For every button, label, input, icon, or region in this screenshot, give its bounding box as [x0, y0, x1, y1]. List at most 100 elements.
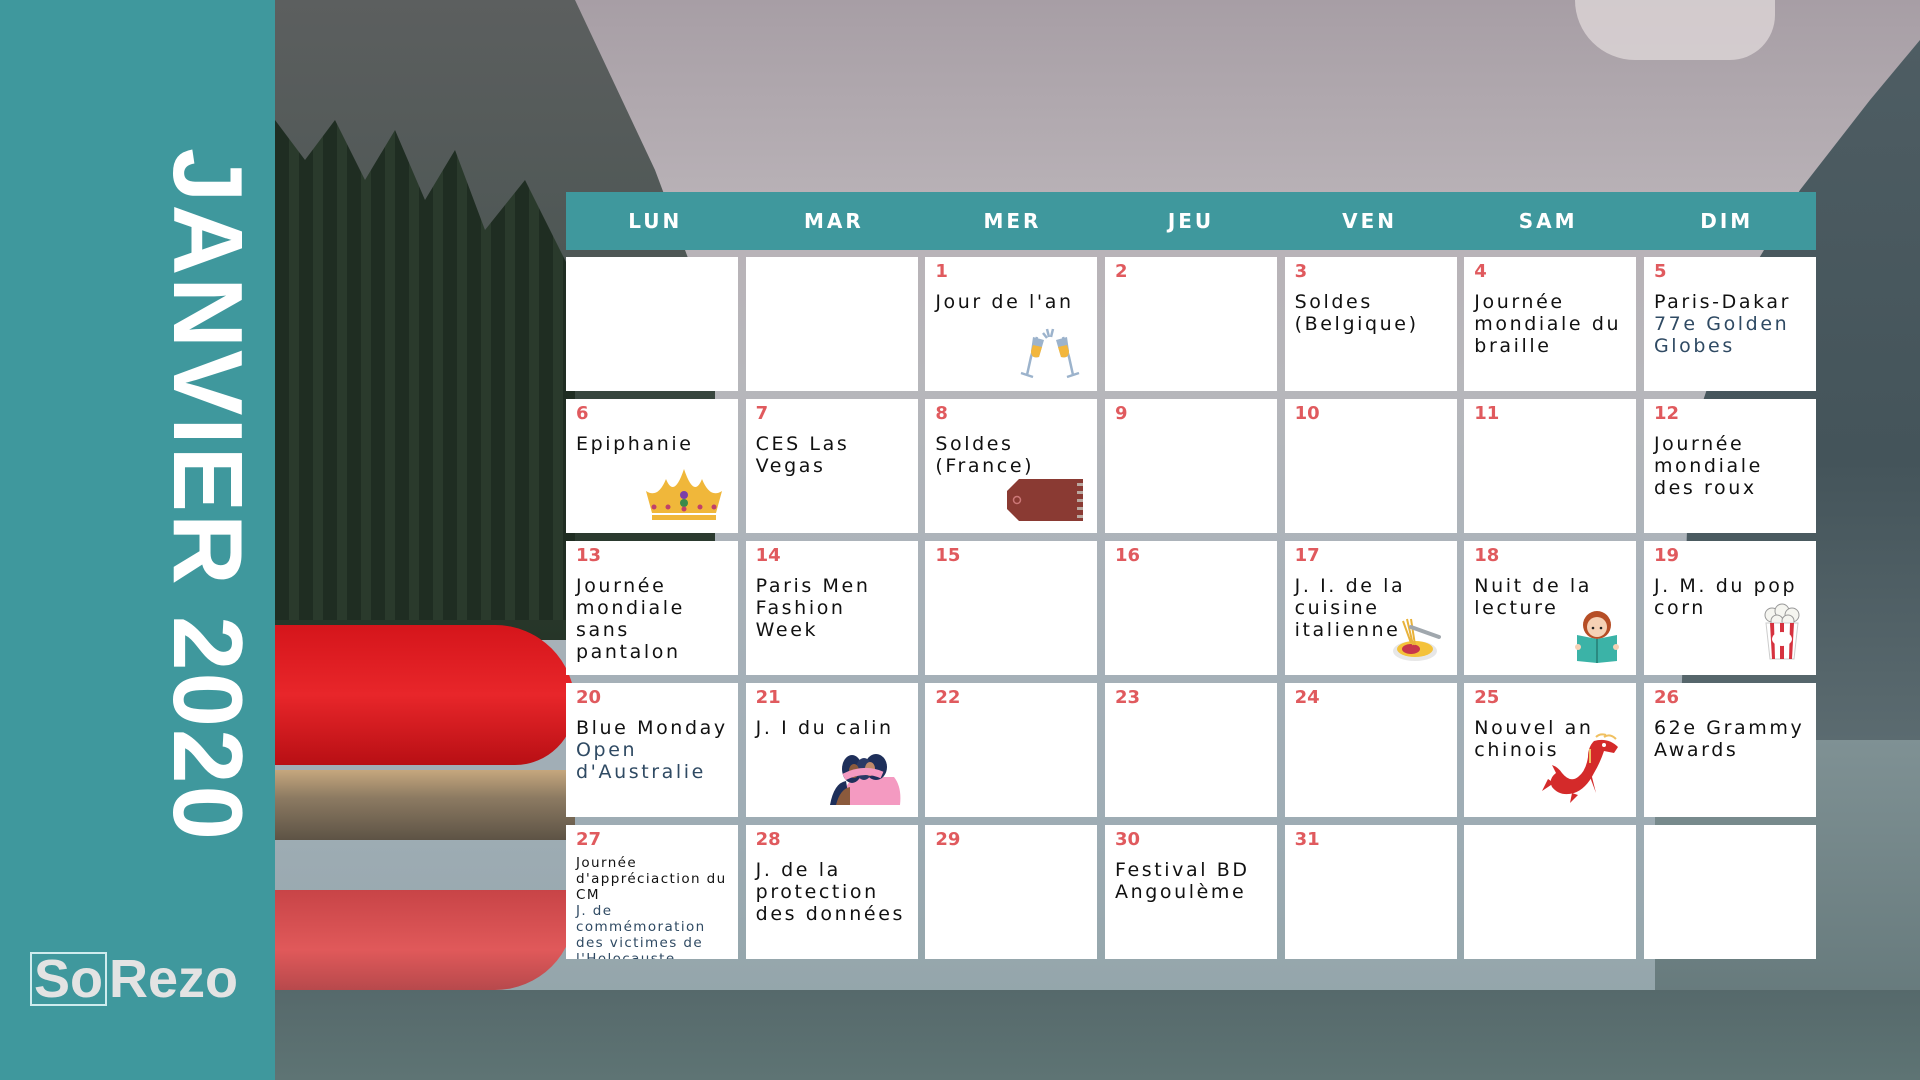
day-number: 8: [935, 403, 948, 424]
day-cell-1: 1 Jour de l'an: [925, 257, 1098, 391]
champagne-glasses-icon: [1017, 327, 1083, 383]
day-number: 17: [1294, 545, 1320, 566]
day-number: 23: [1114, 687, 1141, 708]
day-number: 26: [1653, 687, 1679, 708]
chinese-dragon-icon: [1534, 733, 1622, 809]
event-label: Journée mondiale du braille: [1474, 291, 1622, 357]
day-cell-6: 6 Epiphanie: [566, 399, 738, 533]
day-number: 24: [1294, 687, 1320, 708]
day-number: 11: [1474, 403, 1500, 424]
weekday-wed: MER: [983, 209, 1042, 233]
day-cell-16: 16: [1104, 541, 1277, 675]
weekday-thu: JEU: [1167, 209, 1215, 233]
calendar: LUN MAR MER JEU VEN SAM DIM 1 Jour de l'a…: [566, 192, 1816, 967]
day-number: [756, 261, 908, 287]
event-label: Paris Men Fashion Week: [755, 575, 871, 641]
event-label: J. de la protection des données: [755, 859, 905, 925]
day-number: 1: [935, 261, 948, 282]
day-cell-2: 2: [1104, 257, 1277, 391]
girl-reading-book-icon: [1572, 605, 1622, 667]
logo-so: So: [30, 952, 108, 1006]
calendar-grid: 1 Jour de l'an 2 3 Soldes (Belgique) 4 Journée…: [566, 257, 1816, 967]
day-number: 30: [1114, 829, 1141, 850]
day-number: 21: [755, 687, 781, 708]
day-number: 5: [1653, 261, 1667, 282]
day-cell-22: 22: [925, 683, 1098, 817]
event-label: Journée mondiale sans pantalon: [576, 575, 685, 663]
day-cell-13: 13 Journée mondiale sans pantalon: [566, 541, 738, 675]
day-number: 14: [755, 545, 781, 566]
event-label: Jour de l'an: [935, 291, 1074, 313]
weekday-mon: LUN: [628, 209, 683, 233]
day-cell-20: 20 Blue Monday Open d'Australie: [566, 683, 738, 817]
price-tag-icon: [1007, 479, 1084, 525]
crown-icon: [644, 465, 724, 525]
day-cell-23: 23: [1104, 683, 1277, 817]
day-number: 4: [1474, 261, 1487, 282]
event-label: Epiphanie: [576, 433, 694, 455]
day-number: [1474, 829, 1626, 855]
weekday-header: LUN MAR MER JEU VEN SAM DIM: [566, 192, 1816, 250]
day-cell-31: 31: [1284, 825, 1457, 959]
day-number: 28: [755, 829, 781, 850]
day-cell-7: 7 CES Las Vegas: [745, 399, 918, 533]
day-cell-10: 10: [1284, 399, 1457, 533]
day-cell-30: 30 Festival BD Angoulème: [1104, 825, 1277, 959]
day-cell-26: 26 62e Grammy Awards: [1643, 683, 1816, 817]
day-number: [576, 261, 728, 287]
day-number: 18: [1474, 545, 1500, 566]
day-cell-17: 17 J. I. de la cuisine italienne: [1284, 541, 1457, 675]
weekday-tue: MAR: [803, 209, 864, 233]
day-cell-8: 8 Soldes (France): [925, 399, 1098, 533]
month-title: JANVIER 2020: [153, 148, 263, 843]
day-cell-28: 28 J. de la protection des données: [745, 825, 918, 959]
weekday-sun: DIM: [1700, 209, 1754, 233]
day-number: 15: [935, 545, 961, 566]
day-cell-9: 9: [1104, 399, 1277, 533]
day-number: 19: [1653, 545, 1679, 566]
sidebar: JANVIER 2020 So Rezo: [0, 0, 275, 1080]
day-number: 3: [1294, 261, 1308, 282]
day-number: 31: [1294, 829, 1320, 850]
canoe-reflection: [275, 890, 575, 990]
empty-day-cell: [1643, 825, 1816, 959]
event-label: J. I du calin: [755, 717, 894, 739]
event-label: Festival BD Angoulème: [1114, 859, 1250, 903]
day-cell-5: 5 Paris-Dakar 77e Golden Globes: [1643, 257, 1816, 391]
lake-water: [275, 990, 1920, 1080]
day-cell-21: 21 J. I du calin: [745, 683, 918, 817]
day-number: 10: [1294, 403, 1320, 424]
wooden-dock: [275, 770, 575, 840]
day-cell-14: 14 Paris Men Fashion Week: [745, 541, 918, 675]
day-number: [1654, 829, 1806, 855]
sorezo-logo: So Rezo: [30, 952, 238, 1006]
day-number: 6: [576, 403, 589, 424]
hugging-friends-icon: [824, 747, 904, 809]
day-cell-19: 19 J. M. du pop corn: [1643, 541, 1816, 675]
day-number: 20: [576, 687, 602, 708]
event-label: Open d'Australie: [576, 739, 706, 783]
day-number: 27: [576, 829, 602, 850]
empty-day-cell: [1464, 825, 1637, 959]
day-number: 29: [935, 829, 961, 850]
day-number: 22: [935, 687, 961, 708]
day-number: 16: [1114, 545, 1141, 566]
event-label: 77e Golden Globes: [1653, 313, 1790, 357]
day-cell-11: 11: [1464, 399, 1637, 533]
day-number: 12: [1653, 403, 1679, 424]
event-label: J. de commémoration des victimes de l'Ho…: [576, 903, 706, 959]
empty-day-cell: [745, 257, 918, 391]
popcorn-icon: [1762, 603, 1802, 667]
day-cell-29: 29: [925, 825, 1098, 959]
day-cell-24: 24: [1284, 683, 1457, 817]
weekday-fri: VEN: [1342, 209, 1397, 233]
day-cell-3: 3 Soldes (Belgique): [1284, 257, 1457, 391]
day-cell-18: 18 Nuit de la lecture: [1464, 541, 1637, 675]
day-cell-15: 15: [925, 541, 1098, 675]
red-canoe: [275, 625, 575, 765]
day-number: 7: [755, 403, 769, 424]
day-number: 25: [1474, 687, 1500, 708]
day-cell-27: 27 Journée d'appréciaction du CM J. de com…: [566, 825, 738, 959]
event-label: Journée mondiale des roux: [1653, 433, 1763, 499]
day-cell-25: 25 Nouvel an chinois: [1464, 683, 1637, 817]
